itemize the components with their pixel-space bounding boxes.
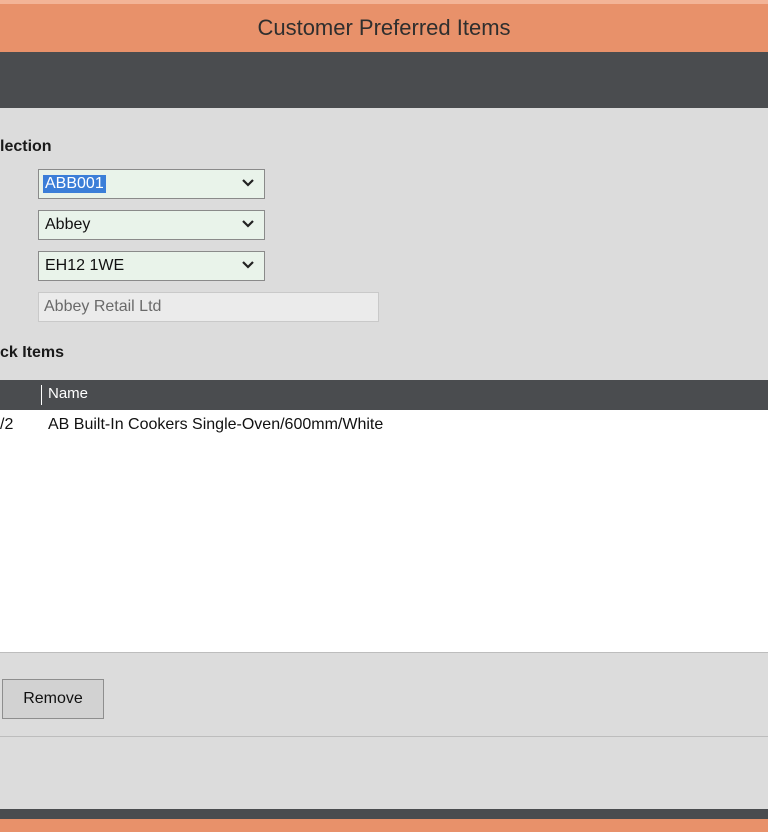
stock-items-grid-header: Name [0,380,768,410]
postcode-select[interactable]: EH12 1WE [38,251,265,281]
company-name-value: Abbey Retail Ltd [44,298,162,315]
chevron-down-icon[interactable] [240,175,256,191]
selection-panel: lection [0,108,768,380]
customer-name-value: Abbey [45,216,91,233]
row-name: AB Built-In Cookers Single-Oven/600mm/Wh… [48,416,384,433]
remove-button[interactable]: Remove [2,679,104,719]
customer-code-select[interactable]: ABB001 [38,169,265,199]
actions-panel: Remove [0,653,768,737]
footer-panel [0,737,768,809]
toolbar [0,52,768,108]
customer-name-select[interactable]: Abbey [38,210,265,240]
bottom-dark-bar [0,809,768,819]
chevron-down-icon[interactable] [240,257,256,273]
window-title-bar: Customer Preferred Items [0,0,768,52]
bottom-accent-bar [0,819,768,832]
window-title: Customer Preferred Items [257,15,511,40]
customer-code-value: ABB001 [43,175,106,193]
selection-heading: lection [0,138,52,155]
table-row[interactable]: /2 AB Built-In Cookers Single-Oven/600mm… [0,416,768,438]
company-name-field: Abbey Retail Ltd [38,292,379,322]
column-header-name[interactable]: Name [48,385,88,402]
stock-items-grid: /2 AB Built-In Cookers Single-Oven/600mm… [0,410,768,653]
stock-items-heading: ck Items [0,344,65,361]
row-code: /2 [0,416,14,433]
column-divider[interactable] [41,385,42,405]
chevron-down-icon[interactable] [240,216,256,232]
postcode-value: EH12 1WE [45,257,125,274]
